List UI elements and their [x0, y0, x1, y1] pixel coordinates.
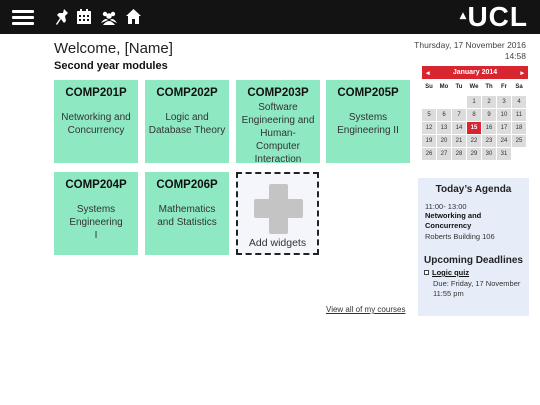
calendar-blank — [452, 96, 466, 108]
people-icon[interactable] — [100, 7, 118, 27]
calendar-day[interactable]: 16 — [482, 122, 496, 134]
calendar-day[interactable]: 10 — [497, 109, 511, 121]
calendar-day[interactable]: 27 — [437, 148, 451, 160]
module-name: Systems Engineering I — [69, 204, 123, 241]
module-tile-comp206p[interactable]: COMP206P Mathematics and Statistics — [145, 172, 229, 255]
calendar-day[interactable]: 4 — [512, 96, 526, 108]
section-title: Second year modules — [54, 60, 168, 72]
module-name: Systems Engineering II — [337, 112, 399, 136]
module-code: COMP206P — [156, 179, 218, 191]
deadline-checkbox[interactable] — [424, 270, 429, 275]
home-icon[interactable] — [125, 7, 142, 27]
module-name: Software Engineering and Human-Computer … — [241, 102, 315, 165]
calendar-day[interactable]: 7 — [452, 109, 466, 121]
calendar-weekdays: Su Mo Tu We Th Fr Sa — [422, 84, 528, 90]
calendar-day[interactable]: 23 — [482, 135, 496, 147]
calendar-day[interactable]: 3 — [497, 96, 511, 108]
weekday-label: We — [469, 84, 479, 90]
agenda-title: Today’s Agenda — [435, 184, 512, 195]
module-code: COMP205P — [337, 87, 399, 99]
calendar-month: January 2014 — [452, 69, 498, 76]
pin-icon[interactable] — [55, 7, 69, 27]
menu-icon[interactable] — [12, 7, 34, 27]
next-month-icon[interactable]: ▸ — [520, 69, 524, 77]
module-name: Mathematics and Statistics — [157, 204, 217, 228]
calendar-day[interactable]: 22 — [467, 135, 481, 147]
calendar-day[interactable]: 30 — [482, 148, 496, 160]
view-all-courses-link[interactable]: View all of my courses — [326, 305, 405, 314]
deadline-link[interactable]: Logic quiz — [432, 268, 469, 277]
module-tile-comp205p[interactable]: COMP205P Systems Engineering II — [326, 80, 410, 163]
calendar-day[interactable]: 31 — [497, 148, 511, 160]
calendar-day[interactable]: 17 — [497, 122, 511, 134]
ucl-logo[interactable]: ▲ UCL — [460, 2, 528, 32]
calendar-day-today[interactable]: 15 — [467, 122, 481, 134]
agenda-location: Roberts Building 106 — [425, 232, 495, 241]
add-widgets-button[interactable]: Add widgets — [236, 172, 319, 255]
logo-text: UCL — [467, 1, 528, 32]
weekday-label: Tu — [455, 84, 463, 90]
calendar-day[interactable]: 8 — [467, 109, 481, 121]
module-tile-comp202p[interactable]: COMP202P Logic and Database Theory — [145, 80, 229, 163]
calendar-day[interactable]: 6 — [437, 109, 451, 121]
module-code: COMP204P — [65, 179, 127, 191]
current-date: Thursday, 17 November 2016 — [414, 40, 526, 50]
calendar-day[interactable]: 12 — [422, 122, 436, 134]
calendar-day[interactable]: 5 — [422, 109, 436, 121]
calendar-day[interactable]: 21 — [452, 135, 466, 147]
calendar-day[interactable]: 13 — [437, 122, 451, 134]
calendar-day[interactable]: 20 — [437, 135, 451, 147]
module-code: COMP201P — [65, 87, 127, 99]
top-navigation-bar: ▲ UCL — [0, 0, 540, 34]
calendar-day[interactable]: 1 — [467, 96, 481, 108]
calendar-days: 1 2 3 4 5 6 7 8 9 10 11 12 13 14 15 16 17 18 19 20 21 22 23 24 2… — [422, 96, 528, 160]
calendar-blank — [437, 96, 451, 108]
calendar-day[interactable]: 26 — [422, 148, 436, 160]
calendar-day[interactable]: 24 — [497, 135, 511, 147]
agenda-course[interactable]: Networking and Concurrency — [425, 211, 525, 231]
calendar-day[interactable]: 2 — [482, 96, 496, 108]
module-tile-comp204p[interactable]: COMP204P Systems Engineering I — [54, 172, 138, 255]
module-tile-comp201p[interactable]: COMP201P Networking and Concurrency — [54, 80, 138, 163]
deadlines-title: Upcoming Deadlines — [424, 255, 523, 266]
triangle-icon: ▲ — [459, 11, 467, 21]
module-code: COMP203P — [247, 87, 309, 99]
calendar-day[interactable]: 28 — [452, 148, 466, 160]
module-code: COMP202P — [156, 87, 218, 99]
weekday-label: Mo — [439, 84, 449, 90]
current-time: 14:58 — [504, 51, 526, 61]
module-name: Logic and Database Theory — [148, 112, 226, 136]
agenda-time: 11:00- 13:00 — [425, 202, 467, 211]
calendar-day[interactable]: 9 — [482, 109, 496, 121]
current-datetime: Thursday, 17 November 2016 14:58 — [414, 40, 526, 62]
weekday-label: Su — [425, 84, 433, 90]
calendar-day[interactable]: 25 — [512, 135, 526, 147]
calendar-day[interactable]: 11 — [512, 109, 526, 121]
weekday-label: Fr — [501, 84, 507, 90]
calendar-blank — [422, 96, 436, 108]
module-tile-comp203p[interactable]: COMP203P Software Engineering and Human-… — [236, 80, 320, 165]
calendar-icon[interactable] — [76, 7, 92, 27]
calendar-day[interactable]: 14 — [452, 122, 466, 134]
calendar-header: ◂ January 2014 ▸ — [422, 66, 528, 79]
prev-month-icon[interactable]: ◂ — [426, 69, 430, 77]
calendar-day[interactable]: 29 — [467, 148, 481, 160]
calendar-day[interactable]: 18 — [512, 122, 526, 134]
welcome-heading: Welcome, [Name] — [54, 40, 173, 57]
agenda-panel: Today’s Agenda 11:00- 13:00 Networking a… — [418, 178, 529, 316]
deadline-due: Due: Friday, 17 November 11:55 pm — [433, 279, 521, 298]
weekday-label: Th — [485, 84, 493, 90]
module-name: Networking and Concurrency — [61, 112, 131, 136]
weekday-label: Sa — [515, 84, 523, 90]
mini-calendar: ◂ January 2014 ▸ Su Mo Tu We Th Fr Sa 12345678… — [422, 66, 528, 160]
add-widgets-label: Add widgets — [248, 237, 307, 249]
calendar-day[interactable]: 19 — [422, 135, 436, 147]
